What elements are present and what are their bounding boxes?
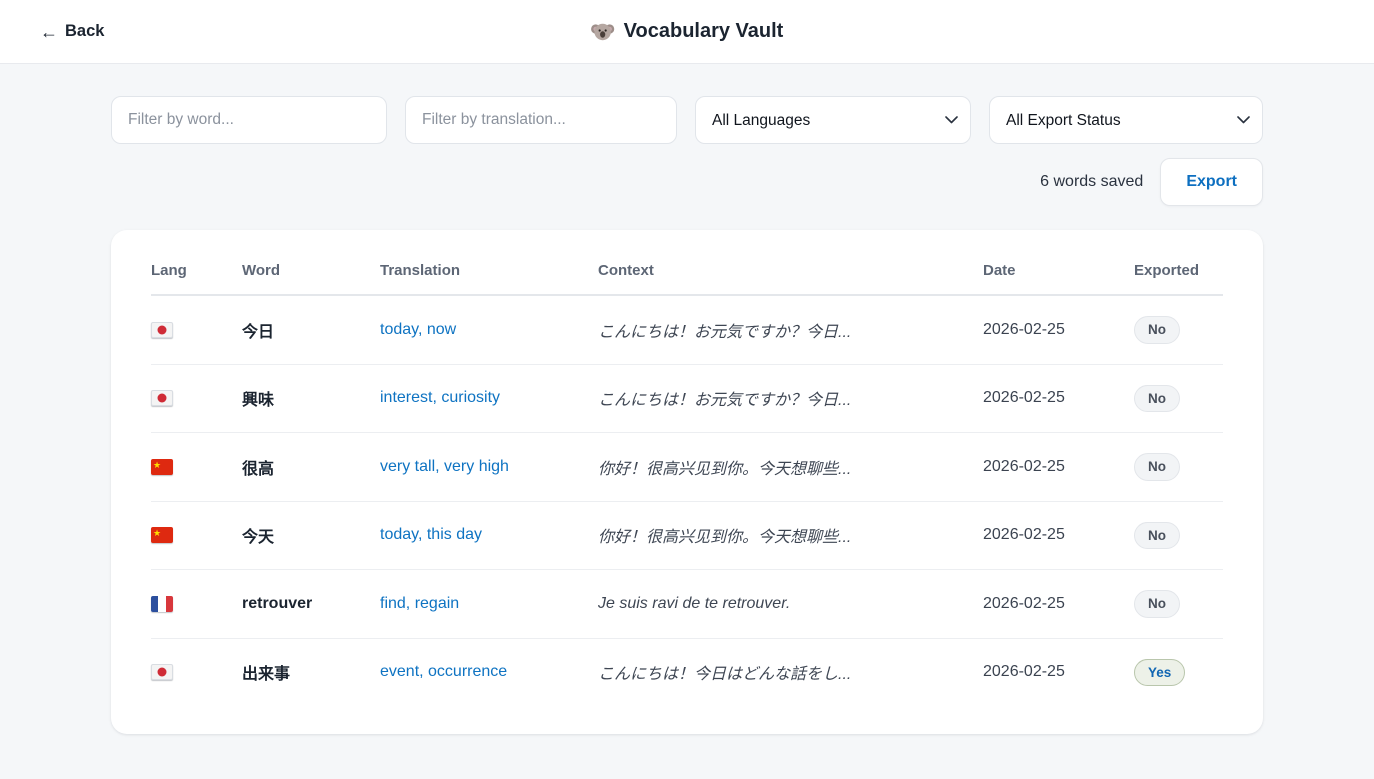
word-cell: 很高	[242, 433, 380, 502]
table-header-row: Lang Word Translation Context Date Expor…	[151, 240, 1223, 295]
vocabulary-table: Lang Word Translation Context Date Expor…	[151, 240, 1223, 706]
flag-cn-icon	[151, 527, 173, 543]
exported-badge: No	[1134, 385, 1180, 413]
exported-badge: No	[1134, 316, 1180, 344]
language-select-wrap: All Languages	[695, 96, 971, 144]
date-cell: 2026-02-25	[983, 638, 1134, 706]
language-select[interactable]: All Languages	[695, 96, 971, 144]
export-status-select[interactable]: All Export Status	[989, 96, 1263, 144]
top-bar: ← Back Vocabulary Vault	[0, 0, 1374, 64]
column-header-word: Word	[242, 240, 380, 295]
column-header-lang: Lang	[151, 240, 242, 295]
column-header-translation: Translation	[380, 240, 598, 295]
export-status-select-wrap: All Export Status	[989, 96, 1263, 144]
exported-badge: No	[1134, 590, 1180, 618]
table-row: 今天 today, this day 你好！很高兴见到你。今天想聊些... 20…	[151, 501, 1223, 570]
date-cell: 2026-02-25	[983, 433, 1134, 502]
filters-row: All Languages All Export Status	[111, 96, 1263, 144]
context-cell: こんにちは！今日はどんな話をし...	[598, 638, 983, 706]
date-cell: 2026-02-25	[983, 570, 1134, 639]
flag-cn-icon	[151, 459, 173, 475]
table-row: 今日 today, now こんにちは！お元気ですか？今日... 2026-02…	[151, 295, 1223, 364]
koala-icon	[591, 20, 615, 44]
context-cell: 你好！很高兴见到你。今天想聊些...	[598, 433, 983, 502]
translation-link[interactable]: today, now	[380, 295, 598, 364]
column-header-exported: Exported	[1134, 240, 1223, 295]
back-arrow-icon: ←	[40, 23, 58, 41]
exported-badge: Yes	[1134, 659, 1185, 687]
table-row: 興味 interest, curiosity こんにちは！お元気ですか？今日..…	[151, 364, 1223, 433]
word-cell: 今日	[242, 295, 380, 364]
translation-link[interactable]: find, regain	[380, 570, 598, 639]
translation-filter-input[interactable]	[405, 96, 677, 144]
word-cell: 今天	[242, 501, 380, 570]
translation-link[interactable]: event, occurrence	[380, 638, 598, 706]
translation-link[interactable]: very tall, very high	[380, 433, 598, 502]
flag-jp-icon	[151, 390, 173, 406]
flag-fr-icon	[151, 596, 173, 612]
back-button-label: Back	[65, 22, 104, 41]
context-cell: こんにちは！お元気ですか？今日...	[598, 295, 983, 364]
context-cell: こんにちは！お元気ですか？今日...	[598, 364, 983, 433]
date-cell: 2026-02-25	[983, 364, 1134, 433]
export-button[interactable]: Export	[1160, 158, 1263, 206]
translation-link[interactable]: today, this day	[380, 501, 598, 570]
context-cell: 你好！很高兴见到你。今天想聊些...	[598, 501, 983, 570]
date-cell: 2026-02-25	[983, 501, 1134, 570]
column-header-context: Context	[598, 240, 983, 295]
word-cell: 出来事	[242, 638, 380, 706]
flag-jp-icon	[151, 322, 173, 338]
word-filter-input[interactable]	[111, 96, 387, 144]
flag-jp-icon	[151, 664, 173, 680]
exported-badge: No	[1134, 453, 1180, 481]
column-header-date: Date	[983, 240, 1134, 295]
table-row: retrouver find, regain Je suis ravi de t…	[151, 570, 1223, 639]
translation-link[interactable]: interest, curiosity	[380, 364, 598, 433]
page-title: Vocabulary Vault	[591, 20, 784, 44]
vocabulary-table-card: Lang Word Translation Context Date Expor…	[111, 230, 1263, 734]
table-row: 出来事 event, occurrence こんにちは！今日はどんな話をし...…	[151, 638, 1223, 706]
page-title-text: Vocabulary Vault	[624, 20, 784, 43]
table-row: 很高 very tall, very high 你好！很高兴见到你。今天想聊些.…	[151, 433, 1223, 502]
back-button[interactable]: ← Back	[40, 22, 104, 41]
date-cell: 2026-02-25	[983, 295, 1134, 364]
word-cell: retrouver	[242, 570, 380, 639]
word-cell: 興味	[242, 364, 380, 433]
exported-badge: No	[1134, 522, 1180, 550]
context-cell: Je suis ravi de te retrouver.	[598, 570, 983, 639]
words-saved-count: 6 words saved	[1040, 173, 1143, 191]
toolbar-row: 6 words saved Export	[111, 158, 1263, 206]
